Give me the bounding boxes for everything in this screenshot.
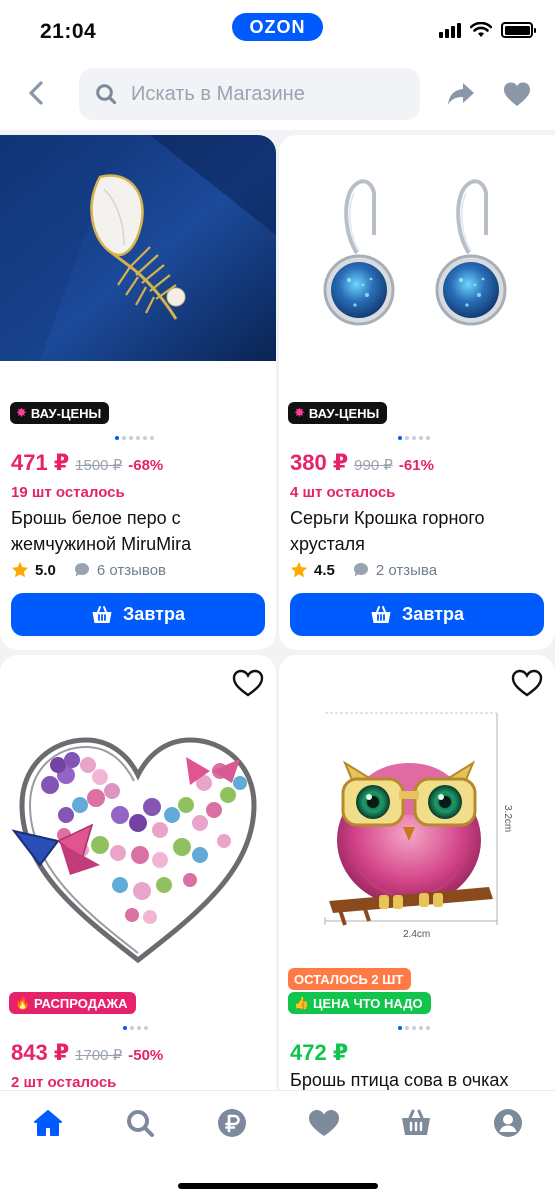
image-dots[interactable] xyxy=(398,436,430,440)
star-icon xyxy=(290,561,308,578)
image-dots[interactable] xyxy=(398,1026,430,1030)
nav-profile[interactable] xyxy=(492,1108,524,1138)
reviews-count[interactable]: 2 отзыва xyxy=(376,562,437,579)
promo-badge: ✸ ВАУ-ЦЕНЫ xyxy=(10,402,110,424)
nav-cart[interactable] xyxy=(400,1108,432,1138)
home-indicator xyxy=(178,1183,378,1189)
search-icon xyxy=(127,1110,154,1137)
width-dimension-label: 2.4cm xyxy=(403,929,430,940)
earrings-image xyxy=(323,179,507,326)
ozon-logo[interactable]: OZON xyxy=(232,13,323,41)
status-time: 21:04 xyxy=(40,20,97,43)
add-to-cart-button[interactable]: Завтра xyxy=(290,593,544,636)
favorite-heart-icon[interactable] xyxy=(511,669,543,697)
thumbs-up-icon: 👍 xyxy=(294,996,309,1010)
battery-icon xyxy=(501,22,536,38)
heart-icon[interactable] xyxy=(503,81,531,107)
rating-value: 4.5 xyxy=(314,561,335,579)
nav-home[interactable] xyxy=(32,1108,64,1138)
old-price: 990 ₽ xyxy=(354,457,393,474)
product-image[interactable] xyxy=(0,655,276,985)
stock-badge: ОСТАЛОСЬ 2 ШТ xyxy=(288,968,412,990)
feather-brooch-image xyxy=(0,135,276,361)
product-image[interactable] xyxy=(279,135,555,361)
price-row: 843 ₽ 1700 ₽ -50% xyxy=(11,1040,163,1066)
height-dimension-label: 3.2cm xyxy=(502,805,513,832)
image-dots[interactable] xyxy=(123,1026,148,1030)
profile-icon xyxy=(494,1109,522,1137)
badge-label: ЦЕНА ЧТО НАДО xyxy=(312,995,423,1011)
search-bar[interactable] xyxy=(79,68,420,120)
basket-icon xyxy=(371,605,391,623)
star-icon xyxy=(11,561,29,578)
product-card[interactable]: 2.4cm 3.2cm ОСТАЛОСЬ 2 ШТ 👍 ЦЕНА ЧТО НАД… xyxy=(279,655,555,1090)
review-icon xyxy=(74,563,89,577)
search-icon xyxy=(96,84,117,105)
bottom-nav xyxy=(0,1090,555,1200)
signal-icon xyxy=(439,22,461,38)
status-bar: 21:04 OZON xyxy=(0,0,555,62)
home-icon xyxy=(34,1110,62,1136)
price: 380 ₽ xyxy=(290,450,349,475)
old-price: 1700 ₽ xyxy=(75,1047,123,1064)
promo-badge: 🔥 РАСПРОДАЖА xyxy=(9,992,136,1014)
wifi-icon xyxy=(470,22,492,37)
stock-left: 19 шт осталось xyxy=(11,484,125,501)
reviews-count[interactable]: 6 отзывов xyxy=(97,562,166,579)
heart-brooch-image xyxy=(11,737,257,964)
price-row: 380 ₽ 990 ₽ -61% xyxy=(290,450,434,476)
discount: -61% xyxy=(398,457,434,474)
product-card[interactable]: 🔥 РАСПРОДАЖА 843 ₽ 1700 ₽ -50% 2 шт оста… xyxy=(0,655,276,1090)
review-icon xyxy=(353,563,368,577)
discount: -68% xyxy=(128,457,164,474)
fire-icon: 🔥 xyxy=(15,996,30,1010)
product-title[interactable]: Серьги Крошка горного хрусталя xyxy=(290,505,540,557)
badge-label: ВАУ-ЦЕНЫ xyxy=(30,405,102,421)
badge-label: РАСПРОДАЖА xyxy=(33,995,128,1011)
stock-left: 2 шт осталось xyxy=(11,1074,117,1090)
old-price: 1500 ₽ xyxy=(75,457,123,474)
price: 843 ₽ xyxy=(11,1040,70,1065)
cart-button-label: Завтра xyxy=(123,604,185,624)
price: 472 ₽ xyxy=(290,1040,349,1065)
favorite-heart-icon[interactable] xyxy=(232,669,264,697)
rating-row: 5.0 6 отзывов xyxy=(11,561,166,579)
promo-badge: 👍 ЦЕНА ЧТО НАДО xyxy=(288,992,431,1014)
top-bar xyxy=(0,62,555,130)
stock-left: 4 шт осталось xyxy=(290,484,396,501)
basket-icon xyxy=(92,605,112,623)
promo-badge: ✸ ВАУ-ЦЕНЫ xyxy=(288,402,388,424)
back-icon[interactable] xyxy=(22,78,52,108)
price-row: 471 ₽ 1500 ₽ -68% xyxy=(11,450,163,476)
cart-icon xyxy=(402,1109,430,1135)
status-icons xyxy=(439,22,536,38)
product-title[interactable]: Брошь птица сова в очках xyxy=(290,1067,540,1090)
product-grid: ✸ ВАУ-ЦЕНЫ 471 ₽ 1500 ₽ -68% 19 шт остал… xyxy=(0,130,555,1090)
price-row: 472 ₽ xyxy=(290,1040,348,1066)
product-card[interactable]: ✸ ВАУ-ЦЕНЫ 471 ₽ 1500 ₽ -68% 19 шт остал… xyxy=(0,135,276,650)
favorites-icon xyxy=(309,1110,339,1136)
discount: -50% xyxy=(128,1047,164,1064)
rating-row: 4.5 2 отзыва xyxy=(290,561,437,579)
image-dots[interactable] xyxy=(115,436,154,440)
product-image[interactable] xyxy=(0,135,276,361)
owl-brooch-image: 2.4cm 3.2cm xyxy=(324,712,513,940)
price: 471 ₽ xyxy=(11,450,70,475)
sparkle-icon: ✸ xyxy=(294,405,305,420)
share-icon[interactable] xyxy=(446,80,476,108)
cart-button-label: Завтра xyxy=(402,604,464,624)
rating-value: 5.0 xyxy=(35,561,56,579)
add-to-cart-button[interactable]: Завтра xyxy=(11,593,265,636)
nav-favorites[interactable] xyxy=(308,1108,340,1138)
product-title[interactable]: Брошь белое перо с жемчужиной MiruMira xyxy=(11,505,251,557)
badge-label: ОСТАЛОСЬ 2 ШТ xyxy=(294,971,404,987)
nav-search[interactable] xyxy=(124,1108,156,1138)
points-icon xyxy=(218,1109,246,1137)
product-image[interactable]: 2.4cm 3.2cm xyxy=(279,655,555,965)
badge-label: ВАУ-ЦЕНЫ xyxy=(308,405,380,421)
product-card[interactable]: ✸ ВАУ-ЦЕНЫ 380 ₽ 990 ₽ -61% 4 шт осталос… xyxy=(279,135,555,650)
nav-points[interactable] xyxy=(216,1108,248,1138)
search-input[interactable] xyxy=(131,82,401,106)
sparkle-icon: ✸ xyxy=(16,405,27,420)
